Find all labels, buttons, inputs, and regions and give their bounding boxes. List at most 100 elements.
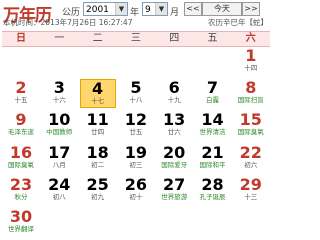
day-cell[interactable]: 10 中国教师	[41, 111, 77, 140]
day-cell[interactable]: 8 国际扫盲	[233, 79, 269, 108]
day-cell[interactable]: 14 世界清洁	[195, 111, 231, 140]
day-number: 14	[201, 110, 224, 130]
day-number: 20	[163, 142, 186, 162]
day-number: 10	[48, 110, 71, 130]
day-number: 9	[15, 110, 27, 130]
lunar-date: 廿六	[167, 128, 181, 137]
day-number: 5	[130, 78, 142, 98]
day-number: 27	[163, 174, 186, 194]
day-number: 28	[201, 174, 224, 194]
weekday-label: 日	[16, 33, 26, 44]
info-line: 本机时间：2013年7月26日 16:27:47 农历辛巳年【蛇】	[0, 17, 272, 27]
lunar-date: 廿五	[129, 128, 143, 137]
lunar-date: 国际臭氧	[237, 128, 264, 137]
lunar-date: 国际和平	[199, 160, 226, 169]
weekday-label: 六	[245, 33, 256, 44]
lunar-date: 十四	[244, 64, 258, 72]
day-number: 3	[53, 78, 65, 98]
local-time: 本机时间：2013年7月26日 16:27:47	[3, 18, 133, 27]
year-select[interactable]: 2001 ▼	[83, 2, 128, 16]
day-number: 30	[9, 207, 33, 226]
day-cell[interactable]: 20 国际爱牙	[156, 144, 192, 173]
day-number: 25	[86, 174, 109, 194]
day-cell[interactable]: 24 初八	[41, 176, 77, 205]
weekday-label: 一	[54, 33, 65, 44]
day-cell[interactable]: 17 八月	[41, 144, 77, 173]
lunar-date: 世界清洁	[199, 128, 226, 137]
day-number: 17	[48, 142, 71, 162]
lunar-date: 国际扫盲	[237, 96, 264, 105]
day-cell[interactable]: 4 十七	[79, 79, 116, 109]
day-cell[interactable]: 5 十八	[118, 79, 154, 108]
lunar-date: 十六	[52, 96, 66, 105]
day-cell[interactable]: 2 十五	[3, 79, 39, 108]
lunar-date: 初十	[129, 192, 143, 201]
day-number: 7	[206, 78, 219, 98]
lunar-date: 秋分	[14, 192, 28, 201]
day-cell[interactable]: 21 国际和平	[195, 144, 231, 173]
lunar-date: 初二	[91, 160, 105, 169]
lunar-year: 农历辛巳年【蛇】	[208, 18, 268, 27]
month-value: 9	[145, 5, 151, 15]
day-number: 2	[15, 78, 27, 98]
day-cell[interactable]: 23 秋分	[3, 176, 39, 205]
day-number: 15	[239, 110, 262, 130]
lunar-date: 世界旅游	[161, 192, 188, 201]
day-cell[interactable]: 30 世界翻译	[3, 208, 39, 237]
day-number: 22	[239, 142, 262, 162]
day-cell[interactable]: 13 廿六	[156, 111, 192, 140]
chevron-down-icon[interactable]: ▼	[115, 3, 127, 15]
day-number: 16	[9, 142, 33, 162]
day-number: 13	[163, 110, 186, 130]
lunar-date: 廿四	[91, 128, 105, 137]
day-cell[interactable]: 3 十六	[41, 79, 77, 108]
lunar-date: 十八	[129, 96, 143, 105]
day-cell[interactable]: 15 国际臭氧	[233, 111, 269, 140]
day-cell[interactable]: 6 十九	[156, 79, 192, 108]
day-cell[interactable]: 12 廿五	[118, 111, 154, 140]
day-cell[interactable]: 25 初九	[80, 176, 116, 205]
day-number: 12	[124, 110, 148, 130]
next-month-button[interactable]: >>	[242, 2, 260, 16]
lunar-date: 中国教师	[46, 128, 73, 137]
lunar-date: 国际臭氧	[8, 160, 34, 169]
lunar-date: 毛泽东逝	[8, 128, 34, 137]
lunar-date: 孔子诞辰	[199, 192, 226, 201]
day-cell[interactable]: 7 白露	[195, 79, 231, 108]
day-cell[interactable]: 9 毛泽东逝	[3, 111, 39, 140]
day-number: 18	[86, 142, 109, 162]
year-value: 2001	[86, 5, 109, 15]
lunar-date: 八月	[52, 160, 66, 169]
day-number: 24	[48, 174, 71, 194]
day-number: 21	[201, 142, 224, 162]
day-cell[interactable]: 27 世界旅游	[156, 176, 192, 205]
lunar-date: 初六	[244, 160, 258, 169]
lunar-date: 十五	[14, 96, 28, 105]
day-number: 1	[245, 46, 257, 65]
day-cell[interactable]: 1 十四	[233, 47, 269, 76]
today-button[interactable]: 今天	[202, 2, 242, 16]
weekday-label: 三	[130, 33, 141, 44]
day-number: 29	[239, 174, 262, 194]
day-cell[interactable]: 18 初二	[80, 144, 116, 173]
lunar-date: 初八	[52, 192, 66, 201]
chevron-down-icon[interactable]: ▼	[155, 3, 167, 15]
lunar-date: 初九	[91, 192, 105, 201]
day-cell[interactable]: 11 廿四	[80, 111, 116, 140]
prev-month-button[interactable]: <<	[184, 2, 202, 16]
day-cell[interactable]: 29 十三	[233, 176, 269, 205]
day-cell[interactable]: 19 初三	[118, 144, 154, 173]
calendar-widget: 万年历 公历 2001 ▼ 年 9 ▼ 月 << 今天 >> 本机时间：2013…	[0, 0, 272, 240]
weekday-label: 四	[169, 33, 180, 44]
lunar-date: 白露	[206, 96, 219, 105]
day-cell[interactable]: 28 孔子诞辰	[195, 176, 231, 205]
day-cell[interactable]: 22 初六	[233, 144, 269, 173]
day-number: 26	[124, 174, 148, 194]
month-select[interactable]: 9 ▼	[142, 2, 168, 16]
lunar-date: 十七	[91, 97, 105, 106]
weekday-label: 二	[92, 33, 103, 44]
day-number: 23	[9, 174, 33, 194]
day-cell[interactable]: 26 初十	[118, 176, 154, 205]
day-cell[interactable]: 16 国际臭氧	[3, 144, 39, 173]
day-number: 8	[245, 78, 257, 98]
